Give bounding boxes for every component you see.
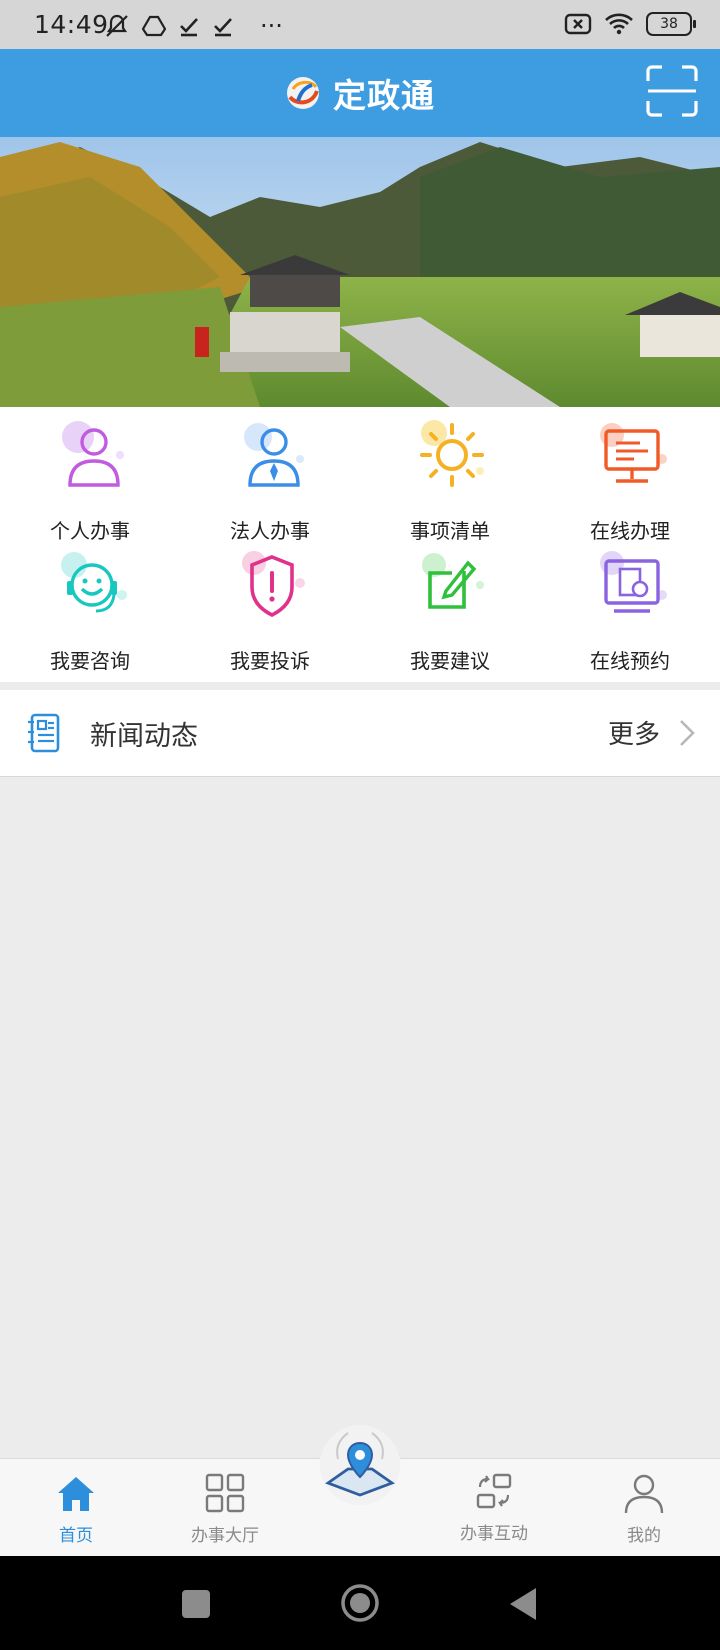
back-button-icon[interactable] (508, 1586, 538, 1622)
service-label: 我要投诉 (230, 649, 310, 673)
sun-icon (420, 420, 484, 487)
edit-icon (422, 553, 484, 609)
headset-icon (61, 552, 127, 613)
service-label: 我要咨询 (50, 649, 130, 673)
service-suggestion[interactable]: 我要建议 (360, 545, 540, 675)
status-time: 14:49 (34, 10, 109, 39)
nav-service-hall[interactable]: 办事大厅 (165, 1459, 285, 1557)
wifi-icon (605, 13, 633, 35)
service-complaint[interactable]: 我要投诉 (180, 545, 360, 675)
shield-alert-icon (242, 551, 305, 618)
battery-indicator: 38 (646, 12, 696, 36)
news-title: 新闻动态 (90, 721, 198, 752)
service-label: 我要建议 (410, 649, 490, 673)
scan-icon[interactable] (646, 65, 698, 117)
nav-label: 办事互动 (460, 1524, 528, 1544)
service-label: 个人办事 (50, 519, 130, 543)
calendar-screen-icon (600, 551, 667, 613)
chevron-right-icon[interactable] (678, 718, 696, 748)
person-icon (62, 421, 124, 487)
service-label: 在线办理 (590, 519, 670, 543)
user-icon (624, 1474, 664, 1514)
service-label: 法人办事 (230, 519, 310, 543)
nav-interaction[interactable]: 办事互动 (434, 1459, 554, 1557)
system-navigation-bar (0, 1556, 720, 1650)
home-button-icon[interactable] (340, 1583, 380, 1623)
service-appointment[interactable]: 在线预约 (540, 545, 720, 675)
service-grid: 个人办事 法人办事 事项清单 在线办理 我要咨询 我要投诉 我要建议 在线预约 (0, 407, 720, 682)
service-online-handling[interactable]: 在线办理 (540, 415, 720, 545)
banner-image (0, 137, 720, 407)
nav-profile[interactable]: 我的 (584, 1459, 704, 1557)
app-header: 定政通 (0, 49, 720, 137)
more-dots: ··· (260, 12, 283, 40)
nav-label: 我的 (627, 1526, 661, 1546)
nav-label: 首页 (59, 1526, 93, 1546)
home-icon (58, 1477, 94, 1511)
service-legal-affairs[interactable]: 法人办事 (180, 415, 360, 545)
legal-person-icon (244, 423, 304, 487)
service-personal-affairs[interactable]: 个人办事 (0, 415, 180, 545)
grid-icon (205, 1473, 245, 1513)
check-icon (180, 18, 198, 37)
app-logo-icon (287, 77, 319, 109)
service-consult[interactable]: 我要咨询 (0, 545, 180, 675)
news-section-header[interactable]: 新闻动态 更多 (0, 690, 720, 777)
nav-label: 办事大厅 (191, 1526, 259, 1546)
nav-home[interactable]: 首页 (16, 1459, 136, 1557)
bottom-navigation: 首页 办事大厅 办事互动 我的 (0, 1425, 720, 1557)
map-location-icon (320, 1425, 400, 1505)
interaction-icon (476, 1473, 512, 1509)
service-label: 在线预约 (590, 649, 670, 673)
drive-icon (142, 15, 166, 37)
newspaper-icon (28, 713, 60, 753)
page-title: 定政通 (333, 76, 435, 115)
service-item-list[interactable]: 事项清单 (360, 415, 540, 545)
nav-map-center[interactable] (300, 1425, 420, 1557)
news-more-link[interactable]: 更多 (608, 714, 660, 751)
service-label: 事项清单 (410, 519, 490, 543)
check-icon (214, 18, 232, 37)
sim-off-icon (564, 13, 592, 35)
recent-apps-button[interactable] (182, 1590, 210, 1618)
monitor-icon (600, 423, 667, 483)
landscape-banner[interactable] (0, 137, 720, 407)
status-bar: 14:49 ··· 38 (0, 0, 720, 49)
mute-icon (106, 14, 128, 37)
